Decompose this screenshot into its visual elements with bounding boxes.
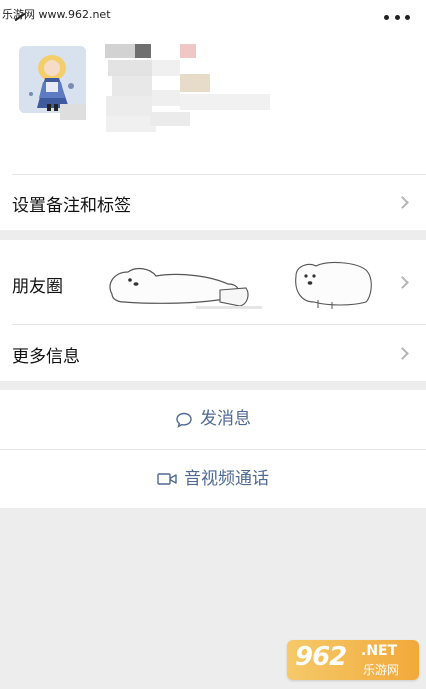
more-info-row[interactable]: 更多信息 xyxy=(0,325,426,381)
logo-net: .NET xyxy=(361,643,398,659)
moments-label: 朋友圈 xyxy=(12,277,63,297)
logo-sub: 乐游网 xyxy=(363,663,400,677)
video-call-label: 音视频通话 xyxy=(184,469,269,489)
remark-tags-label: 设置备注和标签 xyxy=(12,196,131,216)
send-message-label: 发消息 xyxy=(200,409,251,429)
moments-photo-1[interactable] xyxy=(100,254,265,316)
top-bar: 乐游网 www.962.net xyxy=(0,0,426,34)
logo-number: 962 xyxy=(295,642,347,672)
remark-tags-row[interactable]: 设置备注和标签 xyxy=(0,174,426,230)
avatar-image xyxy=(19,46,86,113)
video-call-button[interactable]: 音视频通话 xyxy=(0,450,426,508)
chat-bubble-icon xyxy=(176,412,192,428)
send-message-button[interactable]: 发消息 xyxy=(0,390,426,449)
watermark-text: 乐游网 www.962.net xyxy=(2,8,111,21)
more-info-label: 更多信息 xyxy=(12,347,80,367)
chevron-right-icon xyxy=(396,347,409,360)
more-options-button[interactable] xyxy=(384,10,410,24)
chevron-right-icon xyxy=(396,196,409,209)
moments-row[interactable]: 朋友圈 xyxy=(0,240,426,324)
chevron-right-icon xyxy=(396,276,409,289)
remark-section: 设置备注和标签 xyxy=(0,174,426,230)
more-dots-icon xyxy=(384,14,389,20)
video-camera-icon xyxy=(157,473,177,485)
avatar[interactable] xyxy=(19,46,86,113)
info-section: 朋友圈 更多信息 xyxy=(0,240,426,381)
site-logo: 962 .NET 乐游网 xyxy=(287,640,419,680)
moments-photo-2[interactable] xyxy=(288,256,376,314)
actions-section: 发消息 音视频通话 xyxy=(0,390,426,508)
profile-header xyxy=(0,34,426,174)
blurred-name xyxy=(105,44,135,58)
